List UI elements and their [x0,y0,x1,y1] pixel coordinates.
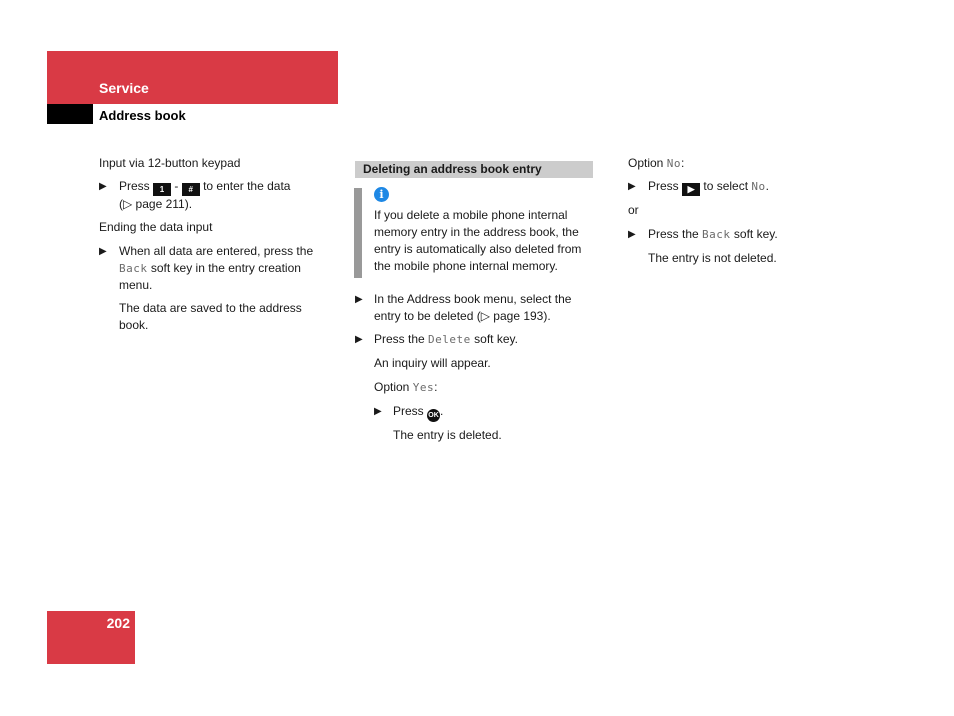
select-no-instruction: Press ▶ to select No. [648,179,770,196]
bullet-icon: ▶ [355,334,363,345]
subsection-marker [47,104,93,124]
ok-button-icon: OK [427,409,441,422]
section-title: Service [99,80,149,96]
bullet-icon: ▶ [355,294,363,305]
not-deleted-result: The entry is not deleted. [648,251,777,265]
or-text: or [628,203,639,217]
deleted-result: The entry is deleted. [393,428,502,442]
section-heading: Deleting an address book entry [363,162,542,176]
section-header-bar [47,51,338,104]
bullet-icon: ▶ [374,406,382,417]
subsection-title: Address book [99,108,186,123]
select-entry-instruction: In the Address book menu, select the ent… [374,292,572,323]
softkey-delete: Delete [428,333,471,346]
page-number: 202 [106,615,130,631]
back-instruction: Press the Back soft key. [648,227,778,241]
option-no-label: Option No: [628,156,685,170]
ending-instruction: When all data are entered, press the Bac… [119,244,314,292]
option-yes-label: Option Yes: [374,380,438,394]
info-icon: i [374,187,389,202]
delete-instruction: Press the Delete soft key. [374,332,518,346]
bullet-icon: ▶ [99,181,107,192]
note-bar [354,188,362,278]
page-reference[interactable]: (▷ page 211). [119,197,192,211]
note-text: If you delete a mobile phone internal me… [374,208,582,273]
page-reference[interactable]: entry to be deleted (▷ page 193). [374,309,551,323]
bullet-icon: ▶ [628,229,636,240]
right-arrow-key-icon: ▶ [682,183,701,196]
softkey-back: Back [702,228,731,241]
inquiry-text: An inquiry will appear. [374,356,491,370]
section-heading-bar: Deleting an address book entry [355,161,593,178]
press-ok-instruction: Press OK. [393,403,443,422]
keypad-input-heading: Input via 12-button keypad [99,156,241,170]
ending-input-heading: Ending the data input [99,220,213,234]
saved-result: The data are saved to the address book. [119,301,302,332]
keypad-instruction: Press 1 - # to enter the data (▷ page 21… [119,179,291,211]
bullet-icon: ▶ [628,181,636,192]
key-hash-icon: # [181,183,200,196]
key-1-icon: 1 [153,183,172,196]
bullet-icon: ▶ [99,246,107,257]
softkey-back: Back [119,262,148,275]
